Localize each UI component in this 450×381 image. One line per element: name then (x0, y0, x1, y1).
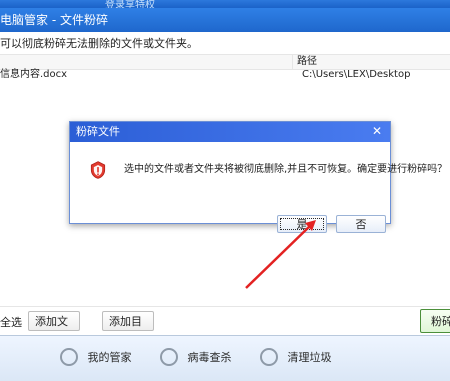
window-title: 电脑管家 - 文件粉碎 (0, 13, 108, 27)
bottom-toolbar: 全选 添加文件... 添加目录... (0, 306, 450, 348)
file-path: C:\Users\LEX\Desktop (302, 69, 411, 80)
window-description: 可以彻底粉碎无法删除的文件或文件夹。 (0, 37, 198, 50)
feature-label: 我的管家 (87, 351, 132, 364)
select-all-label[interactable]: 全选 (0, 314, 22, 330)
table-header-path[interactable]: 路径 (292, 55, 450, 69)
dialog-titlebar: 粉碎文件 ✕ (70, 122, 390, 142)
feature-label: 病毒查杀 (187, 351, 232, 364)
shred-confirm-dialog: 粉碎文件 ✕ 选中的文件或者文件夹将被彻底删除,并且不可恢复。确定要进行粉碎吗？… (69, 121, 448, 233)
add-folder-button[interactable]: 添加目录... (102, 311, 154, 348)
shred-button[interactable]: 粉碎 (420, 309, 450, 333)
feature-label: 清理垃圾 (287, 351, 332, 364)
close-icon[interactable]: ✕ (370, 124, 384, 138)
virus-scan-icon (160, 348, 178, 366)
dialog-title: 粉碎文件 (76, 125, 120, 138)
file-name: 信息内容.docx (0, 69, 68, 80)
warning-shield-icon (90, 161, 106, 179)
confirm-no-button[interactable]: 否 (336, 215, 386, 233)
confirm-yes-button[interactable]: 是 (277, 215, 327, 233)
dialog-body: 选中的文件或者文件夹将被彻底删除,并且不可恢复。确定要进行粉碎吗？ 是 否 (70, 142, 448, 233)
cleanup-icon (260, 348, 278, 366)
manager-icon (60, 348, 78, 366)
feature-my-manager[interactable]: 我的管家 (60, 344, 132, 372)
feature-cleanup[interactable]: 清理垃圾 (260, 344, 332, 372)
feature-bar: 我的管家 病毒查杀 清理垃圾 (0, 335, 450, 381)
dialog-message: 选中的文件或者文件夹将被彻底删除,并且不可恢复。确定要进行粉碎吗？ (124, 164, 448, 175)
top-strip: 登录享特权 (0, 0, 450, 11)
add-file-button[interactable]: 添加文件... (28, 311, 80, 348)
feature-virus-scan[interactable]: 病毒查杀 (160, 344, 232, 372)
table-row[interactable]: 信息内容.docx C:\Users\LEX\Desktop (0, 68, 450, 82)
table-header-left[interactable] (0, 55, 290, 69)
window-titlebar: 电脑管家 - 文件粉碎 (0, 8, 450, 32)
